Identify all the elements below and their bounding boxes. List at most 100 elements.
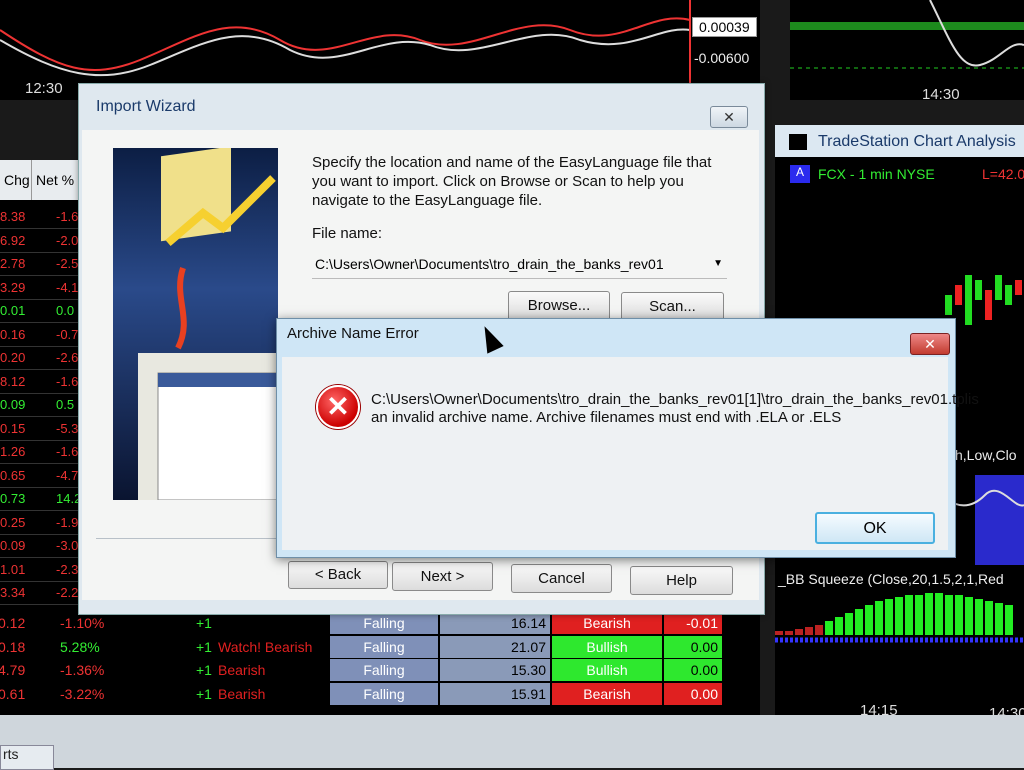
cell-position: +1: [196, 662, 212, 678]
table-row[interactable]: 4.79 -1.36% +1 Bearish Falling 15.30 Bullish 0.…: [0, 659, 760, 682]
cell-position: +1: [196, 685, 212, 702]
cell-chg: 1.26: [0, 444, 26, 459]
cell-chg: 0.61: [0, 685, 26, 702]
squeeze-bar: [975, 599, 983, 635]
squeeze-bar: [915, 595, 923, 635]
squeeze-bar: [775, 631, 783, 635]
cell-position: +1: [196, 638, 212, 655]
cell-trend: Falling: [330, 635, 438, 658]
cell-chg: 4.79: [0, 662, 26, 678]
indicator-label-2: _BB Squeeze (Close,20,1.5,2,1,Red: [778, 571, 1004, 587]
candle: [985, 290, 992, 320]
cell-chg: 0.15: [0, 420, 26, 436]
cell-chg: 0.65: [0, 467, 26, 483]
squeeze-bar: [885, 599, 893, 635]
browse-button[interactable]: Browse...: [508, 291, 610, 321]
cell-price: 15.91: [440, 682, 550, 705]
symbol-bar: A FCX - 1 min NYSE L=42.04: [790, 165, 1024, 185]
cell-net-pct: -2.5: [56, 256, 79, 271]
cell-net-pct: -1.10%: [60, 615, 105, 631]
table-row[interactable]: 0.12 -1.10% +1 Falling 16.14 Bearish -0.01: [0, 612, 760, 635]
squeeze-bar: [785, 631, 793, 635]
wizard-close-button[interactable]: ✕: [710, 106, 748, 128]
cell-net-pct: -5.3: [56, 420, 79, 436]
cell-chg: 6.92: [0, 232, 26, 248]
squeeze-bar: [955, 595, 963, 635]
ok-button[interactable]: OK: [815, 512, 935, 544]
top-right-chart-lines: [790, 0, 1024, 69]
cell-state: Bullish: [552, 659, 662, 681]
easylanguage-illustration: [138, 148, 278, 500]
error-message: C:\Users\Owner\Documents\tro_drain_the_b…: [371, 391, 979, 426]
cancel-button[interactable]: Cancel: [511, 564, 612, 593]
cell-chg: 0.16: [0, 326, 26, 342]
cell-net-pct: 0.0: [56, 303, 75, 318]
cell-chg: 0.09: [0, 538, 26, 553]
file-name-value[interactable]: C:\Users\Owner\Documents\tro_drain_the_b…: [315, 256, 664, 272]
squeeze-bar: [935, 593, 943, 635]
right-chart-titlebar: TradeStation Chart Analysis: [775, 125, 1024, 157]
file-name-label: File name:: [312, 225, 383, 242]
cell-chg: 3.29: [0, 279, 26, 295]
squeeze-bar: [1005, 605, 1013, 635]
cell-diff: 0.00: [664, 682, 722, 705]
help-button[interactable]: Help: [630, 566, 733, 595]
column-header-net-pct[interactable]: Net %: [32, 160, 82, 200]
cell-net-pct: -3.22%: [60, 685, 105, 702]
cell-chg: 0.12: [0, 615, 26, 631]
cell-state: Bullish: [552, 635, 662, 658]
price-marker-bottom: -0.00600: [694, 50, 750, 66]
cell-net-pct: -2.6: [56, 350, 79, 365]
chart-analysis-icon: [789, 134, 807, 150]
squeeze-bar: [865, 605, 873, 635]
cell-signal: [218, 612, 328, 634]
candle: [965, 275, 972, 325]
cell-net-pct: -4.1: [56, 279, 79, 295]
squeeze-bar: [825, 621, 833, 635]
squeeze-bar: [875, 601, 883, 635]
price-marker-top: 0.00039: [692, 17, 757, 37]
cell-diff: 0.00: [664, 659, 722, 681]
candle: [945, 295, 952, 315]
status-strip: [0, 715, 1024, 768]
cell-chg: 8.38: [0, 209, 26, 224]
cell-net-pct: -0.7: [56, 326, 79, 342]
squeeze-bar: [805, 627, 813, 635]
column-header-chg[interactable]: Chg: [0, 160, 32, 200]
cell-price: 16.14: [440, 612, 550, 634]
cell-position: +1: [196, 615, 212, 631]
cell-net-pct: 5.28%: [60, 638, 100, 655]
chevron-down-icon[interactable]: ▼: [713, 258, 723, 269]
cell-net-pct: -1.36%: [60, 662, 105, 678]
cell-diff: -0.01: [664, 612, 722, 634]
cell-net-pct: -1.6: [56, 444, 79, 459]
squeeze-bar: [845, 613, 853, 635]
symbol-marker-icon: A: [790, 165, 810, 183]
cell-state: Bearish: [552, 612, 662, 634]
squeeze-bar: [855, 609, 863, 635]
cell-net-pct: -2.2: [56, 585, 79, 600]
squeeze-bar: [965, 597, 973, 635]
cell-net-pct: -3.0: [56, 538, 79, 553]
error-dialog-title: Archive Name Error: [287, 325, 419, 342]
symbol-last-price: L=42.04: [982, 166, 1024, 182]
squeeze-bar: [945, 595, 953, 635]
cell-signal: Watch! Bearish: [218, 638, 313, 655]
cell-chg: 0.73: [0, 491, 26, 506]
squeeze-bar: [815, 625, 823, 635]
cell-trend: Falling: [330, 682, 438, 705]
cell-chg: 0.01: [0, 303, 26, 318]
squeeze-bar: [925, 593, 933, 635]
workspace-tab[interactable]: rts: [0, 745, 54, 770]
table-row[interactable]: 0.61 -3.22% +1 Bearish Falling 15.91 Bearish 0.…: [0, 682, 760, 706]
next-button[interactable]: Next >: [392, 562, 493, 591]
back-button[interactable]: < Back: [288, 561, 388, 589]
cell-signal: Bearish: [218, 662, 266, 678]
cell-net-pct: -2.3: [56, 561, 79, 577]
squeeze-bar: [905, 595, 913, 635]
top-right-chart-panel: 14:30: [790, 0, 1024, 103]
error-close-button[interactable]: ✕: [910, 333, 950, 355]
cell-net-pct: -2.0: [56, 232, 79, 248]
file-name-combobox[interactable]: C:\Users\Owner\Documents\tro_drain_the_b…: [312, 252, 727, 279]
table-row[interactable]: 0.18 5.28% +1 Watch! Bearish Falling 21.07 Bul…: [0, 635, 760, 659]
